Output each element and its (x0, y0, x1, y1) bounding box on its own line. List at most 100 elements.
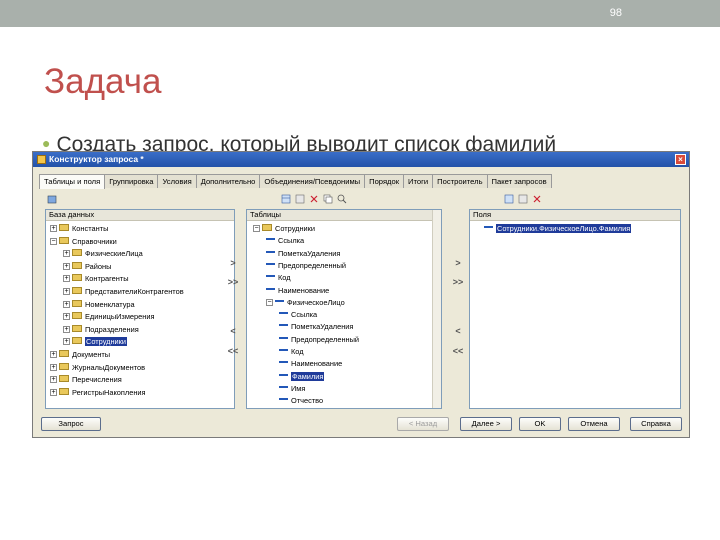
expand-toggle-icon[interactable]: + (63, 250, 70, 258)
tab-4[interactable]: Объединения/Псевдонимы (259, 174, 366, 188)
delete-field-icon[interactable] (532, 194, 542, 204)
db-tree-item[interactable]: + ФизическиеЛица (63, 248, 143, 260)
query-button[interactable]: Запрос (41, 417, 101, 431)
field-icon (266, 262, 275, 265)
table-tree-item[interactable]: ПометкаУдаления (279, 321, 353, 333)
expand-toggle-icon[interactable]: + (63, 275, 70, 283)
add-field-icon[interactable] (504, 194, 514, 204)
expand-toggle-icon[interactable]: + (63, 338, 70, 346)
fields-panel: Поля Сотрудники.ФизическоеЛицо.Фамилия (469, 209, 681, 409)
db-tree-item[interactable]: + Номенклатура (63, 299, 135, 311)
expand-toggle-icon[interactable]: + (63, 288, 70, 295)
field-icon (266, 275, 275, 278)
tab-8[interactable]: Пакет запросов (486, 174, 552, 188)
add-table-icon[interactable] (281, 194, 291, 204)
expand-toggle-icon[interactable]: + (50, 363, 57, 371)
table-tree-item[interactable]: Наименование (266, 285, 329, 297)
db-tree-item-label: ЕдиницыИзмерения (85, 312, 155, 322)
db-tree-item[interactable]: − Справочники (50, 236, 117, 248)
expand-toggle-icon[interactable]: − (266, 298, 273, 306)
db-tree-item[interactable]: + Перечисления (50, 374, 122, 386)
open-icon[interactable] (47, 194, 57, 204)
expand-toggle-icon[interactable]: − (253, 225, 260, 232)
back-button[interactable]: < Назад (397, 417, 449, 431)
move-right-button[interactable]: > (226, 258, 240, 268)
tab-2[interactable]: Условия (157, 174, 197, 188)
field-list-item[interactable]: Сотрудники.ФизическоеЛицо.Фамилия (484, 223, 632, 235)
table-tree-item[interactable]: − ФизическоеЛицо (266, 297, 345, 309)
tab-7[interactable]: Построитель (432, 174, 488, 188)
tab-6[interactable]: Итоги (403, 174, 434, 188)
folder-icon (72, 324, 82, 332)
table-tree-item[interactable]: Имя (279, 383, 305, 395)
db-tree-item[interactable]: + Документы (50, 349, 110, 361)
tab-5[interactable]: Порядок (364, 174, 405, 188)
move-left-button[interactable]: < (451, 326, 465, 336)
delete-table-icon[interactable] (309, 194, 319, 204)
expand-toggle-icon[interactable]: + (63, 325, 70, 333)
folder-icon (72, 249, 82, 257)
table-tree-item[interactable]: − Сотрудники (253, 223, 315, 235)
table-tree-item[interactable]: Ссылка (266, 235, 304, 247)
move-left-button[interactable]: < (226, 326, 240, 336)
catalogs-icon (59, 236, 69, 244)
db-tree-item[interactable]: + ЖурналыДокументов (50, 362, 145, 374)
table-tree-item[interactable]: Код (279, 346, 304, 358)
table-tree-item[interactable]: Ссылка (279, 309, 317, 321)
expand-toggle-icon[interactable]: + (63, 313, 70, 321)
tab-1[interactable]: Группировка (104, 174, 159, 188)
table-tree-item[interactable]: Код (266, 272, 291, 284)
db-tree-item[interactable]: + Константы (50, 223, 108, 235)
table-tree-item-label: ПометкаУдаления (278, 248, 341, 258)
table-icon (262, 224, 272, 231)
field-icon (275, 299, 284, 302)
db-tree-item[interactable]: + РегистрыНакопления (50, 387, 146, 399)
db-tree-item-label: Документы (72, 350, 111, 359)
copy-table-icon[interactable] (323, 194, 333, 204)
move-all-left-button[interactable]: << (226, 346, 240, 356)
field-icon (279, 324, 288, 327)
folder-icon (72, 287, 82, 294)
table-tree-item-label: ФизическоеЛицо (287, 297, 345, 307)
table-tree-item[interactable]: Предопределенный (279, 334, 359, 346)
db-tree-item[interactable]: + ЕдиницыИзмерения (63, 311, 154, 323)
bullet-icon: ● (42, 135, 51, 151)
move-all-right-button[interactable]: >> (451, 277, 465, 287)
find-table-icon[interactable] (337, 194, 347, 204)
table-tree-item-label: Код (291, 347, 304, 356)
next-button[interactable]: Далее > (460, 417, 512, 431)
db-tree-item-label: ПредставителиКонтрагентов (85, 287, 184, 296)
table-tree-item[interactable]: ПометкаУдаления (266, 248, 340, 260)
table-tree-item[interactable]: Отчество (279, 395, 323, 407)
table-tree-item[interactable]: Фамилия (279, 371, 325, 383)
move-all-right-button[interactable]: >> (226, 277, 240, 287)
window-title: Конструктор запроса * (49, 154, 144, 164)
tab-3[interactable]: Дополнительно (195, 174, 261, 188)
db-tree-item[interactable]: + ПредставителиКонтрагентов (63, 286, 184, 298)
table-tree-item[interactable]: Предопределенный (266, 260, 346, 272)
expand-toggle-icon[interactable]: + (50, 388, 57, 396)
help-button[interactable]: Справка (630, 417, 682, 431)
db-tree-item-label: Районы (85, 261, 112, 271)
edit-field-icon[interactable] (518, 194, 528, 204)
expand-toggle-icon[interactable]: + (63, 262, 70, 270)
expand-toggle-icon[interactable]: + (50, 351, 57, 358)
ok-button[interactable]: OK (519, 417, 561, 431)
tables-scrollbar[interactable] (432, 210, 441, 408)
expand-toggle-icon[interactable]: + (50, 376, 57, 384)
move-right-button[interactable]: > (451, 258, 465, 268)
db-tree-item[interactable]: + Подразделения (63, 324, 139, 336)
expand-toggle-icon[interactable]: − (50, 237, 57, 245)
expand-toggle-icon[interactable]: + (63, 300, 70, 308)
tab-0[interactable]: Таблицы и поля (39, 174, 106, 189)
db-tree-item[interactable]: + Сотрудники (63, 336, 128, 348)
db-tree-item[interactable]: + Контрагенты (63, 273, 129, 285)
move-all-left-button[interactable]: << (451, 346, 465, 356)
close-icon[interactable]: × (675, 154, 686, 165)
table-tree-item[interactable]: Наименование (279, 358, 342, 370)
cancel-button[interactable]: Отмена (568, 417, 620, 431)
expand-toggle-icon[interactable]: + (50, 225, 57, 232)
edit-table-icon[interactable] (295, 194, 305, 204)
window-titlebar[interactable]: Конструктор запроса * × (33, 152, 689, 167)
db-tree-item[interactable]: + Районы (63, 261, 111, 273)
